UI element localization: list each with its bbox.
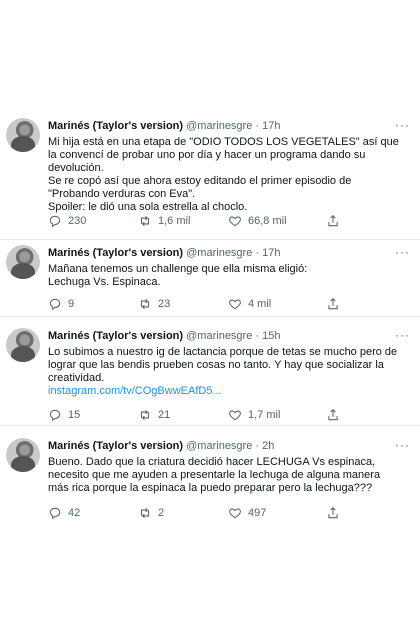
timestamp[interactable]: 15h bbox=[262, 330, 280, 342]
tweet-text: Lo subimos a nuestro ig de lactancia por… bbox=[48, 346, 403, 398]
share-icon bbox=[328, 298, 338, 310]
avatar[interactable] bbox=[6, 438, 40, 472]
tweet-thread: Marinés (Taylor's version) @marinesgre ·… bbox=[0, 0, 420, 630]
like-count: 497 bbox=[248, 507, 267, 519]
heart-icon bbox=[229, 508, 241, 519]
tweet-actions: 15 21 1,7 mil bbox=[48, 406, 378, 424]
like-button[interactable]: 1,7 mil bbox=[228, 408, 318, 422]
tweet-paragraph: Mi hija está en una etapa de "ODIO TODOS… bbox=[48, 136, 399, 174]
share-icon bbox=[328, 507, 338, 519]
separator-dot: · bbox=[255, 330, 260, 342]
reply-button[interactable]: 230 bbox=[48, 214, 138, 228]
retweet-button[interactable]: 1,6 mil bbox=[138, 214, 228, 228]
timestamp[interactable]: 2h bbox=[262, 440, 274, 452]
heart-icon bbox=[229, 299, 241, 310]
reply-count: 42 bbox=[68, 507, 81, 519]
instagram-link[interactable]: instagram.com/tv/COgBwwEAfD5... bbox=[48, 385, 403, 398]
separator-dot: · bbox=[255, 120, 260, 132]
tweet-text: Mi hija está en una etapa de "ODIO TODOS… bbox=[48, 136, 403, 214]
share-icon bbox=[328, 409, 338, 421]
retweet-count: 1,6 mil bbox=[158, 215, 191, 227]
tweet-actions: 42 2 497 bbox=[48, 504, 378, 522]
reply-count: 15 bbox=[68, 409, 81, 421]
more-options-icon[interactable]: ··· bbox=[395, 118, 410, 132]
separator-dot: · bbox=[255, 440, 260, 452]
retweet-icon bbox=[140, 409, 150, 421]
tweet-text: Bueno. Dado que la criatura decidió hace… bbox=[48, 456, 403, 495]
tweet-1[interactable]: Marinés (Taylor's version) @marinesgre ·… bbox=[0, 118, 420, 240]
retweet-icon bbox=[140, 298, 150, 310]
author-handle[interactable]: @marinesgre bbox=[186, 247, 252, 259]
tweet-paragraph: Lechuga Vs. Espinaca. bbox=[48, 276, 161, 288]
timestamp[interactable]: 17h bbox=[262, 247, 280, 259]
like-count: 1,7 mil bbox=[248, 409, 281, 421]
heart-icon bbox=[229, 216, 241, 227]
like-count: 4 mil bbox=[248, 298, 272, 310]
retweet-count: 21 bbox=[158, 409, 171, 421]
author-name[interactable]: Marinés (Taylor's version) bbox=[48, 247, 183, 259]
reply-count: 230 bbox=[68, 215, 87, 227]
reply-icon bbox=[49, 507, 61, 520]
like-button[interactable]: 4 mil bbox=[228, 297, 318, 311]
heart-icon bbox=[229, 410, 241, 421]
more-options-icon[interactable]: ··· bbox=[395, 438, 410, 452]
author-name[interactable]: Marinés (Taylor's version) bbox=[48, 120, 183, 132]
author-name[interactable]: Marinés (Taylor's version) bbox=[48, 440, 183, 452]
retweet-count: 2 bbox=[158, 507, 165, 519]
tweet-4[interactable]: Marinés (Taylor's version) @marinesgre ·… bbox=[0, 438, 420, 526]
reply-button[interactable]: 42 bbox=[48, 506, 138, 520]
tweet-paragraph: Mañana tenemos un challenge que ella mis… bbox=[48, 263, 308, 275]
like-count: 66,8 mil bbox=[248, 215, 287, 227]
reply-icon bbox=[49, 298, 61, 311]
retweet-button[interactable]: 2 bbox=[138, 506, 228, 520]
retweet-button[interactable]: 21 bbox=[138, 408, 228, 422]
share-button[interactable] bbox=[326, 214, 340, 228]
more-options-icon[interactable]: ··· bbox=[395, 245, 410, 259]
retweet-icon bbox=[140, 507, 150, 519]
retweet-button[interactable]: 23 bbox=[138, 297, 228, 311]
author-name[interactable]: Marinés (Taylor's version) bbox=[48, 330, 183, 342]
reply-icon bbox=[49, 215, 61, 228]
like-button[interactable]: 66,8 mil bbox=[228, 214, 318, 228]
author-handle[interactable]: @marinesgre bbox=[186, 120, 252, 132]
avatar[interactable] bbox=[6, 245, 40, 279]
avatar[interactable] bbox=[6, 118, 40, 152]
more-options-icon[interactable]: ··· bbox=[395, 328, 410, 342]
tweet-paragraph: Lo subimos a nuestro ig de lactancia por… bbox=[48, 346, 398, 384]
share-button[interactable] bbox=[326, 506, 340, 520]
separator-dot: · bbox=[255, 247, 260, 259]
reply-button[interactable]: 15 bbox=[48, 408, 138, 422]
tweet-header: Marinés (Taylor's version) @marinesgre ·… bbox=[48, 438, 420, 454]
reply-count: 9 bbox=[68, 298, 75, 310]
tweet-3[interactable]: Marinés (Taylor's version) @marinesgre ·… bbox=[0, 328, 420, 426]
tweet-paragraph: Se re copó así que ahora estoy editando … bbox=[48, 175, 352, 200]
reply-icon bbox=[49, 409, 61, 422]
tweet-text: Mañana tenemos un challenge que ella mis… bbox=[48, 263, 403, 289]
tweet-header: Marinés (Taylor's version) @marinesgre ·… bbox=[48, 328, 420, 344]
tweet-2[interactable]: Marinés (Taylor's version) @marinesgre ·… bbox=[0, 245, 420, 317]
retweet-icon bbox=[140, 215, 150, 227]
tweet-actions: 9 23 4 mil bbox=[48, 295, 378, 313]
reply-button[interactable]: 9 bbox=[48, 297, 138, 311]
tweet-header: Marinés (Taylor's version) @marinesgre ·… bbox=[48, 245, 420, 261]
share-button[interactable] bbox=[326, 297, 340, 311]
author-handle[interactable]: @marinesgre bbox=[186, 330, 252, 342]
author-handle[interactable]: @marinesgre bbox=[186, 440, 252, 452]
share-icon bbox=[328, 215, 338, 227]
share-button[interactable] bbox=[326, 408, 340, 422]
timestamp[interactable]: 17h bbox=[262, 120, 280, 132]
tweet-actions: 230 1,6 mil 66,8 mil bbox=[48, 212, 378, 230]
retweet-count: 23 bbox=[158, 298, 171, 310]
avatar[interactable] bbox=[6, 328, 40, 362]
tweet-paragraph: Bueno. Dado que la criatura decidió hace… bbox=[48, 456, 381, 494]
tweet-header: Marinés (Taylor's version) @marinesgre ·… bbox=[48, 118, 420, 134]
like-button[interactable]: 497 bbox=[228, 506, 318, 520]
